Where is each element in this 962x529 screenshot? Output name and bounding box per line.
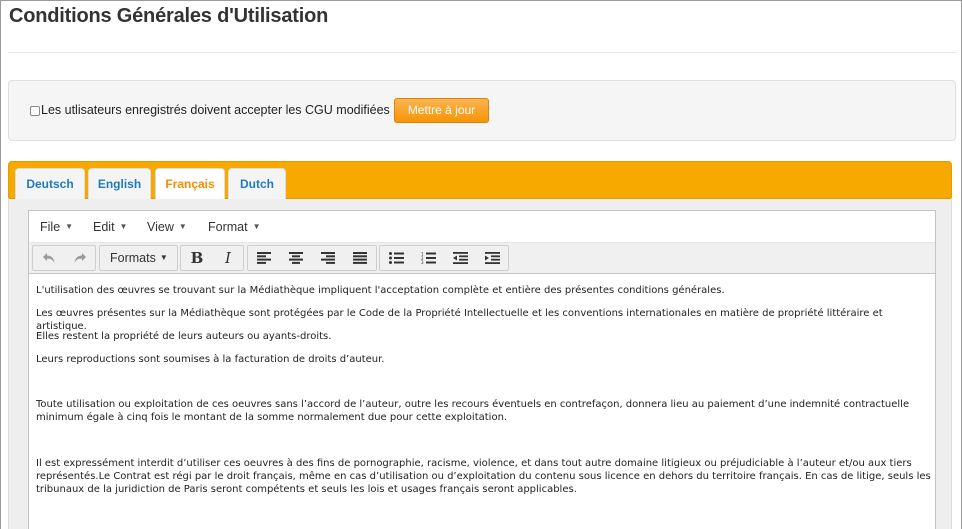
chevron-down-icon: ▼: [159, 253, 168, 262]
numbered-list-icon[interactable]: 123: [412, 246, 444, 270]
bullet-list-icon[interactable]: [380, 246, 412, 270]
paragraph: Toute utilisation ou exploitation de ces…: [36, 399, 910, 423]
paragraph: Elles restent la propriété de leurs aute…: [36, 331, 332, 342]
editor-toolbar: Formats ▼ B I 1 2 3: [29, 243, 935, 274]
title-divider: [8, 52, 956, 53]
rich-text-editor: File ▼ Edit ▼ View ▼ Format ▼ Formats ▼ B I: [28, 210, 936, 529]
formats-group: Formats ▼: [99, 245, 178, 271]
redo-icon[interactable]: [64, 246, 96, 270]
paragraph: Il est expressément interdit d’utiliser …: [36, 458, 931, 495]
chevron-down-icon: ▼: [65, 222, 74, 231]
menu-file-label: File: [40, 220, 61, 234]
formats-dropdown[interactable]: Formats ▼: [100, 246, 179, 270]
paragraph: Leurs reproductions sont soumises à la f…: [36, 354, 385, 365]
undo-icon[interactable]: [33, 246, 65, 270]
language-tabbar: Deutsch English Français Dutch: [8, 161, 952, 200]
align-center-icon[interactable]: [280, 246, 312, 270]
accept-cgu-checkbox[interactable]: [30, 106, 40, 116]
page-title: Conditions Générales d'Utilisation: [9, 5, 329, 27]
menu-view[interactable]: View ▼: [147, 220, 187, 234]
chevron-down-icon: ▼: [119, 222, 128, 231]
outdent-icon[interactable]: [444, 246, 476, 270]
menu-format-label: Format: [208, 220, 248, 234]
align-justify-icon[interactable]: [344, 246, 376, 270]
menu-file[interactable]: File ▼: [40, 220, 73, 234]
list-group: 123: [379, 245, 509, 271]
chevron-down-icon: ▼: [252, 222, 261, 231]
indent-icon[interactable]: [476, 246, 508, 270]
paragraph: L'utilisation des œuvres se trouvant sur…: [36, 285, 725, 296]
menu-view-label: View: [147, 220, 174, 234]
cgu-settings-panel: Les utlisateurs enregistrés doivent acce…: [8, 80, 956, 141]
alignment-group: [247, 245, 377, 271]
tab-dutch[interactable]: Dutch: [228, 168, 286, 200]
accept-cgu-label[interactable]: Les utlisateurs enregistrés doivent acce…: [41, 103, 390, 117]
align-right-icon[interactable]: [312, 246, 344, 270]
menu-format[interactable]: Format ▼: [208, 220, 261, 234]
history-group: [32, 245, 96, 271]
menu-edit-label: Edit: [93, 220, 115, 234]
tab-francais[interactable]: Français: [155, 168, 225, 200]
align-left-icon[interactable]: [248, 246, 280, 270]
bold-icon[interactable]: B: [181, 246, 213, 270]
chevron-down-icon: ▼: [178, 222, 187, 231]
svg-text:3: 3: [421, 260, 424, 264]
update-button[interactable]: Mettre à jour: [394, 98, 489, 123]
tab-english[interactable]: English: [88, 168, 151, 200]
editor-menubar: File ▼ Edit ▼ View ▼ Format ▼: [29, 211, 935, 243]
text-style-group: B I: [180, 245, 244, 271]
menu-edit[interactable]: Edit ▼: [93, 220, 127, 234]
italic-icon[interactable]: I: [212, 246, 244, 270]
tab-deutsch[interactable]: Deutsch: [15, 168, 85, 200]
formats-label: Formats: [110, 251, 156, 265]
